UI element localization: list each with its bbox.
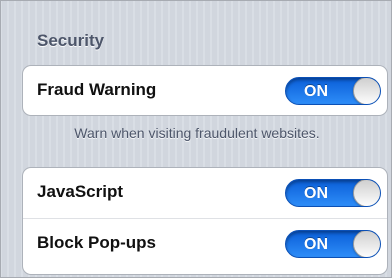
javascript-toggle[interactable]: ON — [285, 179, 381, 207]
section-title: Security — [37, 31, 105, 50]
content-settings-group: JavaScript ON Block Pop-ups ON — [22, 167, 388, 275]
settings-panel: Security Fraud Warning ON Warn when visi… — [0, 0, 392, 278]
toggle-knob — [353, 180, 380, 206]
toggle-knob — [353, 231, 380, 257]
javascript-toggle-text: ON — [304, 185, 328, 202]
fraud-warning-toggle-text: ON — [304, 83, 328, 100]
block-popups-label: Block Pop-ups — [37, 233, 157, 252]
fraud-warning-label: Fraud Warning — [37, 80, 157, 99]
fraud-warning-description: Warn when visiting fraudulent websites. — [74, 125, 320, 141]
block-popups-row: Block Pop-ups ON — [23, 218, 387, 268]
fraud-warning-row: Fraud Warning ON — [23, 66, 387, 115]
fraud-warning-toggle[interactable]: ON — [285, 77, 381, 105]
block-popups-toggle[interactable]: ON — [285, 230, 381, 258]
block-popups-toggle-text: ON — [304, 236, 328, 253]
fraud-warning-group: Fraud Warning ON — [22, 65, 388, 116]
javascript-row: JavaScript ON — [23, 168, 387, 218]
javascript-label: JavaScript — [37, 182, 123, 201]
toggle-knob — [353, 78, 380, 104]
